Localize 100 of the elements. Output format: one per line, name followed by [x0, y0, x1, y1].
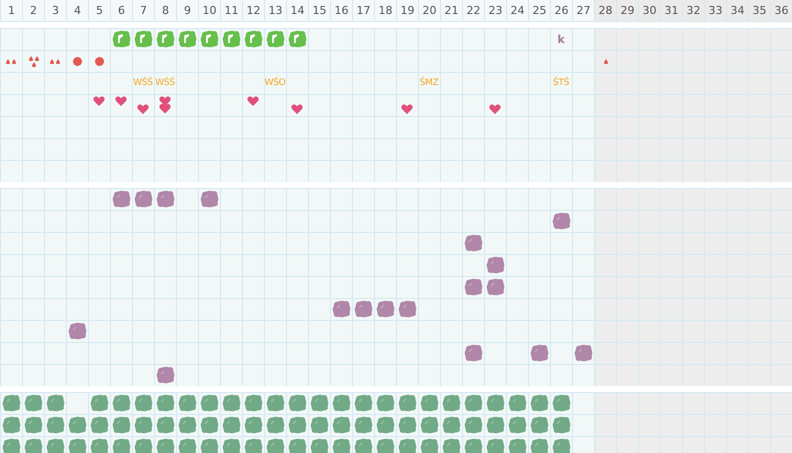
- column-number: 30: [638, 0, 660, 22]
- heart-icon: [247, 96, 259, 106]
- leaf-icon: [375, 437, 395, 453]
- leaf-icon: [23, 437, 43, 453]
- column-number: 15: [308, 0, 330, 22]
- leaf-icon: [309, 415, 329, 435]
- leaf-icon: [485, 415, 505, 435]
- column-number: 20: [418, 0, 440, 22]
- leaf-icon: [133, 415, 153, 435]
- column-number: 11: [220, 0, 242, 22]
- leaf-icon: [331, 415, 351, 435]
- blob-icon: [397, 299, 417, 319]
- tile-icon: [177, 29, 197, 49]
- leaf-icon: [221, 415, 241, 435]
- column-number: 35: [748, 0, 770, 22]
- blob-icon: [199, 189, 219, 209]
- column-number: 26: [550, 0, 572, 22]
- column-number: 28: [594, 0, 616, 22]
- column-number: 32: [682, 0, 704, 22]
- leaf-icon: [287, 393, 307, 413]
- tile-icon: [133, 29, 153, 49]
- leaf-icon: [265, 437, 285, 453]
- leaf-icon: [375, 415, 395, 435]
- leaf-icon: [89, 437, 109, 453]
- blob-icon: [353, 299, 373, 319]
- leaf-icon: [89, 415, 109, 435]
- blob-icon: [67, 321, 87, 341]
- leaf-icon: [287, 415, 307, 435]
- cell-label: WŚO: [264, 78, 286, 88]
- leaf-icon: [199, 393, 219, 413]
- column-number: 25: [528, 0, 550, 22]
- leaf-icon: [551, 393, 571, 413]
- leaf-icon: [243, 437, 263, 453]
- leaf-icon: [463, 437, 483, 453]
- leaf-icon: [155, 393, 175, 413]
- column-number: 27: [572, 0, 594, 22]
- leaf-icon: [23, 393, 43, 413]
- leaf-icon: [199, 437, 219, 453]
- column-number: 33: [704, 0, 726, 22]
- leaf-icon: [485, 437, 505, 453]
- leaf-icon: [331, 437, 351, 453]
- leaf-icon: [287, 437, 307, 453]
- leaf-icon: [309, 437, 329, 453]
- leaf-icon: [1, 393, 21, 413]
- leaf-icon: [353, 393, 373, 413]
- leaf-icon: [441, 415, 461, 435]
- blob-icon: [485, 277, 505, 297]
- column-number: 1: [0, 0, 22, 22]
- leaf-icon: [463, 393, 483, 413]
- column-number: 18: [374, 0, 396, 22]
- column-number: 31: [660, 0, 682, 22]
- column-number: 6: [110, 0, 132, 22]
- cell-label: WŚŚ: [155, 78, 175, 88]
- column-number: 12: [242, 0, 264, 22]
- column-number: 23: [484, 0, 506, 22]
- column-number: 9: [176, 0, 198, 22]
- column-number: 34: [726, 0, 748, 22]
- leaf-icon: [45, 437, 65, 453]
- hearts-icon: [159, 96, 171, 114]
- column-number: 4: [66, 0, 88, 22]
- dot-icon: [94, 56, 104, 66]
- blob-icon: [133, 189, 153, 209]
- leaf-icon: [133, 393, 153, 413]
- leaf-icon: [1, 437, 21, 453]
- leaf-icon: [353, 437, 373, 453]
- column-number: 21: [440, 0, 462, 22]
- leaf-icon: [507, 437, 527, 453]
- leaf-icon: [177, 415, 197, 435]
- leaf-icon: [221, 437, 241, 453]
- heart-icon: [291, 104, 303, 114]
- leaf-icon: [529, 393, 549, 413]
- heart-icon: [401, 104, 413, 114]
- blob-icon: [111, 189, 131, 209]
- tile-icon: [287, 29, 307, 49]
- heart-icon: [115, 96, 127, 106]
- tile-icon: [199, 29, 219, 49]
- leaf-icon: [441, 393, 461, 413]
- leaf-icon: [1, 415, 21, 435]
- tile-icon: [155, 29, 175, 49]
- column-number: 16: [330, 0, 352, 22]
- column-number: 29: [616, 0, 638, 22]
- leaf-icon: [397, 415, 417, 435]
- leaf-icon: [45, 415, 65, 435]
- leaf-icon: [353, 415, 373, 435]
- column-number: 7: [132, 0, 154, 22]
- blob-icon: [485, 255, 505, 275]
- heart-icon: [137, 104, 149, 114]
- leaf-icon: [441, 437, 461, 453]
- blob-icon: [463, 277, 483, 297]
- leaf-icon: [199, 415, 219, 435]
- leaf-icon: [419, 393, 439, 413]
- leaf-icon: [133, 437, 153, 453]
- column-number: 2: [22, 0, 44, 22]
- leaf-icon: [551, 437, 571, 453]
- leaf-icon: [507, 415, 527, 435]
- cell-label: ŚMZ: [420, 78, 438, 88]
- tile-icon: [243, 29, 263, 49]
- leaf-icon: [177, 393, 197, 413]
- heart-icon: [93, 96, 105, 106]
- blob-icon: [155, 189, 175, 209]
